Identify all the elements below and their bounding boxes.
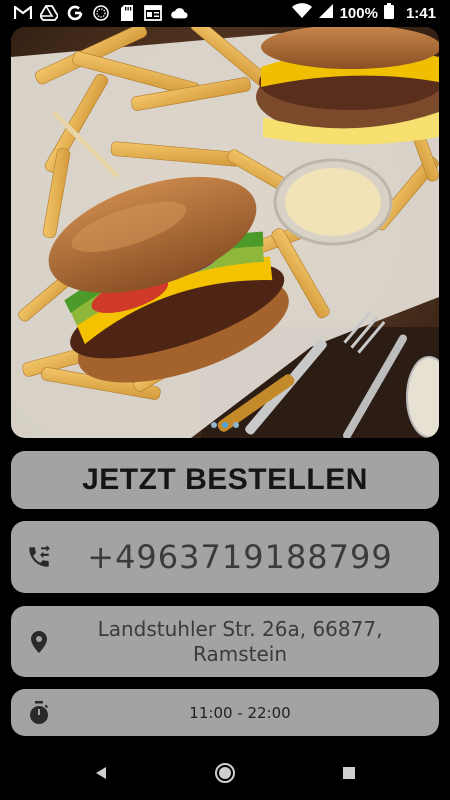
drive-icon — [40, 4, 58, 22]
home-button[interactable] — [212, 760, 238, 786]
carousel-dot-active[interactable] — [222, 422, 228, 428]
battery-percent: 100% — [339, 5, 378, 22]
address-text[interactable]: Landstuhler Str. 26a, 66877, Ramstein — [61, 606, 419, 677]
order-now-label: JETZT BESTELLEN — [82, 463, 368, 496]
cloud-icon — [170, 4, 188, 22]
phone-number[interactable]: +4963719188799 — [61, 521, 419, 593]
timer-icon — [25, 699, 53, 727]
location-pin-icon — [25, 628, 53, 656]
system-nav-bar — [0, 746, 450, 800]
system-status: 100% 1:41 — [291, 3, 436, 24]
signal-icon — [318, 3, 334, 24]
order-now-button[interactable]: JETZT BESTELLEN — [11, 451, 439, 509]
battery-icon — [383, 3, 394, 24]
notification-icons — [14, 4, 188, 22]
gmail-icon — [14, 4, 32, 22]
sd-card-icon — [118, 4, 136, 22]
clock: 1:41 — [405, 5, 436, 22]
phone-forward-icon — [25, 543, 53, 571]
back-button[interactable] — [88, 760, 114, 786]
carousel-dot[interactable] — [233, 422, 239, 428]
news-icon — [144, 4, 162, 22]
carousel-indicator — [211, 422, 239, 428]
phone-card[interactable]: +4963719188799 — [11, 521, 439, 593]
app-icon — [92, 4, 110, 22]
google-icon — [66, 4, 84, 22]
recents-button[interactable] — [336, 760, 362, 786]
status-bar: 100% 1:41 — [0, 0, 450, 26]
wifi-icon — [291, 3, 312, 24]
address-line-1: Landstuhler Str. 26a, 66877, — [97, 616, 383, 641]
opening-hours-card: 11:00 - 22:00 — [11, 689, 439, 736]
carousel-dot[interactable] — [211, 422, 217, 428]
burger-photo — [11, 27, 439, 438]
opening-hours-text: 11:00 - 22:00 — [189, 703, 291, 722]
banner-carousel[interactable] — [11, 27, 439, 438]
address-line-2: Ramstein — [193, 641, 287, 666]
address-card[interactable]: Landstuhler Str. 26a, 66877, Ramstein — [11, 606, 439, 677]
